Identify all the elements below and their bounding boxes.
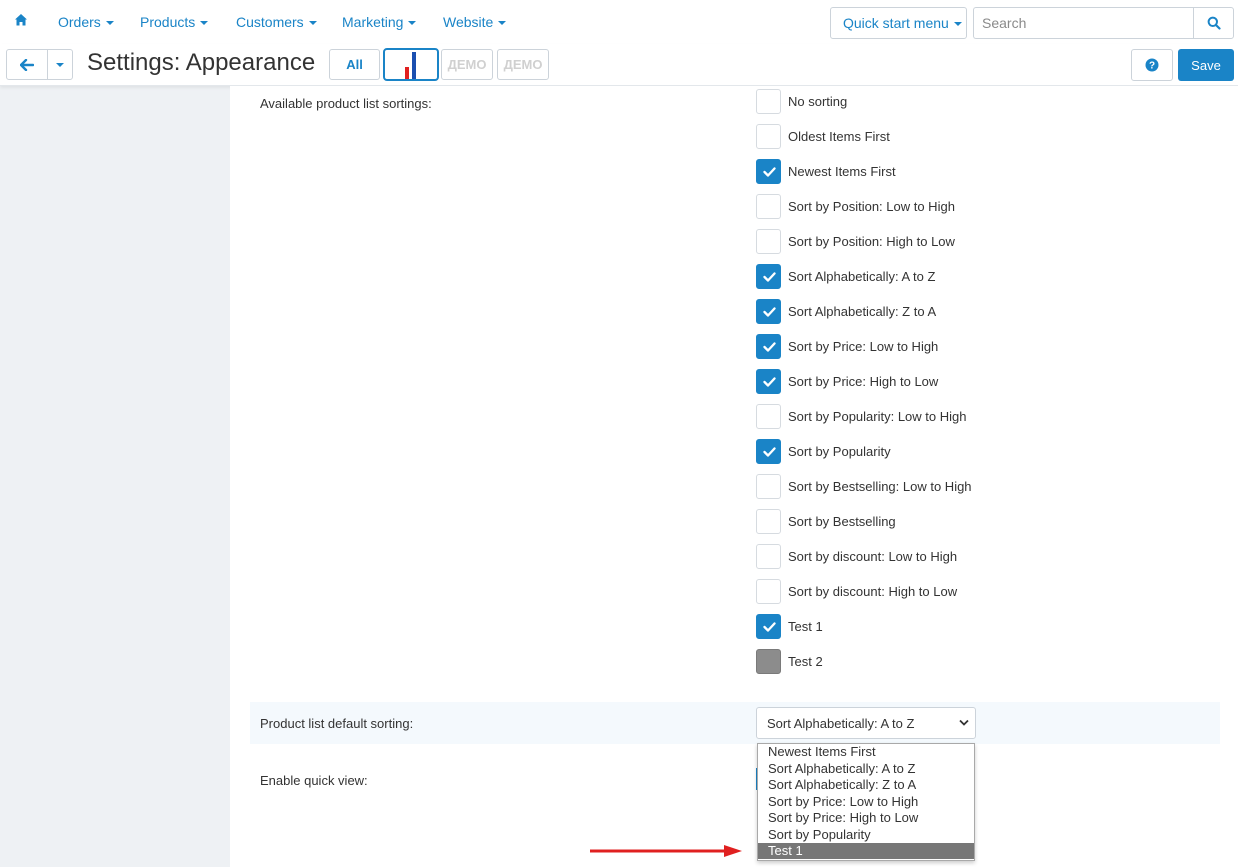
dropdown-option[interactable]: Sort by Price: Low to High [758,794,974,810]
sorting-option-label: Sort by Bestselling: Low to High [788,479,972,494]
sorting-checkbox[interactable] [756,159,781,184]
available-sortings-label: Available product list sortings: [260,96,432,111]
check-icon [763,272,776,282]
annotation-arrow [590,845,742,857]
caret-down-icon [105,21,114,26]
default-sorting-label: Product list default sorting: [260,716,414,731]
sorting-option-label: Sort by Bestselling [788,514,896,529]
sorting-checkbox[interactable] [756,89,781,114]
nav-website[interactable]: Website [443,14,507,30]
check-icon [763,342,776,352]
caret-down-icon [56,63,64,67]
top-navigation: Orders Products Customers Marketing Webs… [0,0,1238,44]
sorting-checkbox[interactable] [756,544,781,569]
save-button[interactable]: Save [1178,49,1234,81]
default-sorting-value: Sort Alphabetically: A to Z [767,716,915,731]
back-button[interactable] [6,49,48,80]
caret-down-icon [498,21,507,26]
storefront-tab-demo-1[interactable]: ДЕМО [441,49,493,80]
nav-marketing[interactable]: Marketing [342,14,417,30]
default-sorting-dropdown-list: Newest Items First Sort Alphabetically: A… [757,743,975,861]
sorting-checkbox[interactable] [756,509,781,534]
sorting-option-label: Sort by Position: High to Low [788,234,955,249]
storefront-tab-all[interactable]: All [329,49,380,80]
check-icon [763,447,776,457]
sorting-checkbox[interactable] [756,229,781,254]
storefront-tab-selected[interactable] [383,48,439,81]
nav-customers[interactable]: Customers [236,14,317,30]
quick-view-label: Enable quick view: [260,773,368,788]
svg-text:?: ? [1149,61,1155,72]
caret-down-icon [953,22,962,27]
caret-down-icon [200,21,209,26]
dropdown-option[interactable]: Test 1 [758,843,974,859]
sorting-checkbox[interactable] [756,264,781,289]
sorting-option-label: Sort by Position: Low to High [788,199,955,214]
sorting-option-label: Test 1 [788,619,823,634]
sorting-option-label: Test 2 [788,654,823,669]
sorting-checkbox[interactable] [756,194,781,219]
sorting-option-label: Newest Items First [788,164,896,179]
settings-content-panel [230,86,1238,867]
sorting-checkbox [756,649,781,674]
home-icon[interactable] [14,13,28,27]
sorting-option-label: Sort by Price: Low to High [788,339,939,354]
question-circle-icon: ? [1145,58,1159,72]
sorting-checkbox[interactable] [756,404,781,429]
search-button[interactable] [1193,7,1234,39]
dropdown-option[interactable]: Sort Alphabetically: Z to A [758,777,974,793]
page-toolbar: Settings: Appearance All ДЕМО ДЕМО ? Sav… [0,44,1238,86]
sorting-checkbox[interactable] [756,299,781,324]
sorting-option-label: Oldest Items First [788,129,890,144]
sorting-option-label: Sort by discount: High to Low [788,584,958,599]
check-icon [763,167,776,177]
dropdown-option[interactable]: Sort Alphabetically: A to Z [758,761,974,777]
caret-down-icon [408,21,417,26]
caret-down-icon [308,21,317,26]
sorting-checkbox[interactable] [756,369,781,394]
nav-orders[interactable]: Orders [58,14,114,30]
storefront-tab-demo-2[interactable]: ДЕМО [497,49,549,80]
dropdown-option[interactable]: Newest Items First [758,744,974,760]
search-input[interactable] [973,7,1194,39]
dropdown-option[interactable]: Sort by Price: High to Low [758,810,974,826]
sorting-option-label: Sort by Popularity [788,444,891,459]
arrow-left-icon [20,59,34,71]
check-icon [763,377,776,387]
check-icon [763,622,776,632]
sorting-checkbox[interactable] [756,579,781,604]
sorting-checkbox[interactable] [756,334,781,359]
sorting-checkbox[interactable] [756,474,781,499]
check-icon [763,307,776,317]
page-title: Settings: Appearance [87,49,316,76]
sorting-checkbox[interactable] [756,439,781,464]
sorting-option-label: No sorting [788,94,848,109]
sorting-option-label: Sort by Price: High to Low [788,374,939,389]
sorting-option-label: Sort Alphabetically: Z to A [788,304,937,319]
search-icon [1207,16,1221,30]
sorting-checkbox[interactable] [756,614,781,639]
dropdown-option[interactable]: Sort by Popularity [758,827,974,843]
history-dropdown-button[interactable] [47,49,73,80]
sorting-option-label: Sort Alphabetically: A to Z [788,269,936,284]
sorting-option-label: Sort by discount: Low to High [788,549,958,564]
sorting-checkbox[interactable] [756,124,781,149]
quick-start-menu-button[interactable]: Quick start menu [830,7,967,39]
nav-products[interactable]: Products [140,14,209,30]
bar-chart-icon [405,52,416,79]
chevron-down-icon [959,719,969,726]
sorting-option-label: Sort by Popularity: Low to High [788,409,967,424]
default-sorting-select[interactable]: Sort Alphabetically: A to Z [756,707,976,739]
help-button[interactable]: ? [1131,49,1173,81]
